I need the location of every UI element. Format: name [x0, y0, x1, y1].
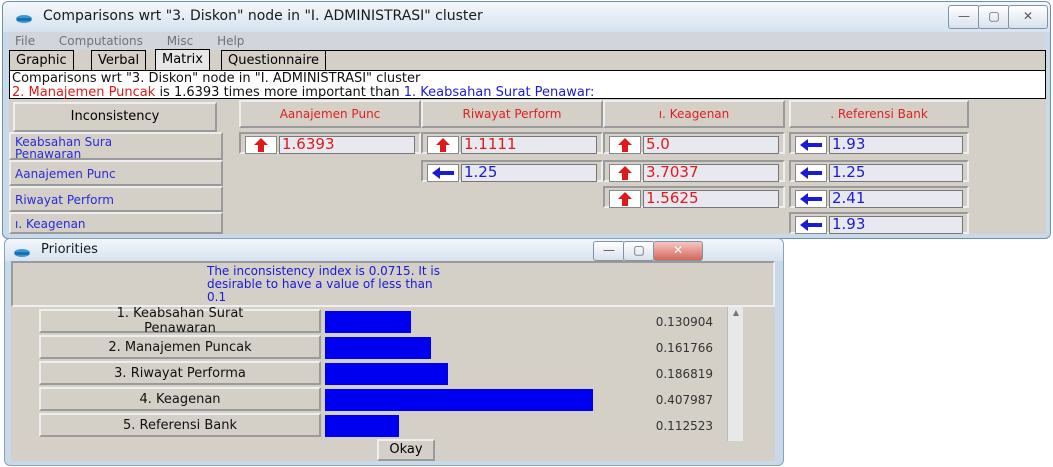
header-object: 1. Keabsahan Surat Penawar: [403, 85, 595, 100]
priority-bar [325, 311, 411, 333]
comparisons-titlebar[interactable]: Comparisons wrt "3. Diskon" node in "I. … [3, 2, 1050, 32]
priority-label: 2. Manajemen Puncak [39, 335, 321, 359]
matrix-value[interactable]: 1.93 [829, 136, 963, 154]
matrix-cell[interactable]: 1.25 [789, 160, 969, 182]
minimize-button[interactable]: — [593, 241, 625, 261]
inconsistency-message: The inconsistency index is 0.0715. It is… [207, 264, 440, 304]
matrix-value[interactable]: 1.6393 [279, 136, 415, 154]
priority-bar [325, 389, 593, 411]
priorities-scrollbar[interactable]: ▲ [727, 307, 743, 441]
matrix-value[interactable]: 3.7037 [643, 164, 779, 182]
matrix-cell[interactable]: 5.0 [603, 132, 785, 154]
inconsistency-message-box: The inconsistency index is 0.0715. It is… [11, 261, 775, 307]
matrix-cell[interactable]: 1.6393 [239, 132, 421, 154]
priority-value: 0.407987 [655, 393, 713, 407]
header-line-2: 2. Manajemen Puncak is 1.6393 times more… [12, 85, 594, 100]
priorities-client: The inconsistency index is 0.0715. It is… [11, 261, 775, 461]
comparisons-title: Comparisons wrt "3. Diskon" node in "I. … [43, 8, 483, 24]
column-header-manajemen: Aanajemen Punc [239, 100, 421, 128]
comparisons-window: Comparisons wrt "3. Diskon" node in "I. … [2, 1, 1051, 239]
priority-label: 5. Referensi Bank [39, 413, 321, 437]
matrix-cell[interactable]: 1.93 [789, 132, 969, 154]
priority-value: 0.161766 [655, 341, 713, 355]
menu-file[interactable]: File [15, 34, 35, 48]
matrix-cell[interactable]: 3.7037 [603, 160, 785, 182]
app-icon [15, 10, 33, 23]
arrow-up-icon[interactable] [609, 190, 641, 208]
matrix-cell[interactable]: 2.41 [789, 186, 969, 208]
header-line-1: Comparisons wrt "3. Diskon" node in "I. … [12, 71, 421, 86]
matrix-value[interactable]: 1.93 [829, 216, 963, 234]
tab-strip-fill [325, 50, 1046, 70]
app-icon [13, 244, 31, 257]
priority-value: 0.186819 [655, 367, 713, 381]
inconsistency-button[interactable]: Inconsistency [13, 102, 217, 132]
column-header-riwayat: Riwayat Perform [421, 100, 603, 128]
row-header-riwayat: Riwayat Perform [9, 186, 223, 212]
priorities-title: Priorities [41, 242, 98, 257]
menu-bar: File Computations Misc Help [9, 32, 1044, 50]
arrow-left-icon[interactable] [795, 164, 827, 182]
priorities-titlebar[interactable]: Priorities — ▢ ✕ [5, 239, 783, 261]
row-header-manajemen: Aanajemen Punc [9, 160, 223, 186]
close-button[interactable]: ✕ [1008, 5, 1048, 29]
header-middle: is 1.6393 times more important than [155, 85, 404, 100]
tab-questionnaire[interactable]: Questionnaire [221, 50, 327, 70]
matrix-cell[interactable]: 1.25 [421, 160, 603, 182]
menu-help[interactable]: Help [217, 34, 244, 48]
arrow-up-icon[interactable] [427, 136, 459, 154]
matrix-cell[interactable]: 1.93 [789, 212, 969, 234]
row-header-keagenan: ı. Keagenan [9, 212, 223, 234]
column-header-keagenan: ı. Keagenan [603, 100, 785, 128]
matrix-value[interactable]: 2.41 [829, 190, 963, 208]
menu-misc[interactable]: Misc [167, 34, 194, 48]
priorities-list: 1. Keabsahan Surat Penawaran 0.130904 2. M… [11, 306, 775, 439]
matrix-value[interactable]: 1.25 [829, 164, 963, 182]
arrow-up-icon[interactable] [245, 136, 277, 154]
minimize-button[interactable]: — [948, 5, 980, 29]
arrow-left-icon[interactable] [795, 190, 827, 208]
priority-bar [325, 337, 431, 359]
priority-label: 4. Keagenan [39, 387, 321, 411]
matrix-value[interactable]: 1.25 [461, 164, 597, 182]
tab-graphic[interactable]: Graphic [9, 50, 74, 70]
matrix-cell[interactable]: 1.1111 [421, 132, 603, 154]
column-header-referensi: . Referensi Bank [789, 100, 969, 128]
matrix-cell[interactable]: 1.5625 [603, 186, 785, 208]
priority-bar [325, 363, 448, 385]
maximize-button[interactable]: ▢ [623, 241, 655, 261]
comparisons-client: Graphic Verbal Matrix Questionnaire Comp… [9, 49, 1046, 234]
row-header-keabsahan: Keabsahan Sura Penawaran [9, 132, 223, 160]
priority-value: 0.130904 [655, 315, 713, 329]
priority-value: 0.112523 [655, 419, 713, 433]
close-button[interactable]: ✕ [653, 241, 703, 261]
arrow-up-icon[interactable] [609, 164, 641, 182]
menu-computations[interactable]: Computations [59, 34, 143, 48]
tab-matrix[interactable]: Matrix [155, 49, 210, 71]
arrow-up-icon[interactable] [609, 136, 641, 154]
matrix-value[interactable]: 1.5625 [643, 190, 779, 208]
priority-label: 1. Keabsahan Surat Penawaran [39, 306, 321, 336]
arrow-left-icon[interactable] [427, 164, 459, 182]
maximize-button[interactable]: ▢ [978, 5, 1010, 29]
header-subject: 2. Manajemen Puncak [12, 85, 156, 100]
tab-verbal[interactable]: Verbal [91, 50, 147, 70]
matrix-value[interactable]: 1.1111 [461, 136, 597, 154]
priority-label: 3. Riwayat Performa [39, 361, 321, 385]
arrow-left-icon[interactable] [795, 216, 827, 234]
matrix-header: Comparisons wrt "3. Diskon" node in "I. … [9, 70, 1046, 100]
arrow-left-icon[interactable] [795, 136, 827, 154]
okay-button[interactable]: Okay [377, 439, 435, 461]
scroll-up-icon[interactable]: ▲ [730, 309, 742, 317]
priorities-window: Priorities — ▢ ✕ The inconsistency index… [4, 238, 784, 466]
matrix-value[interactable]: 5.0 [643, 136, 779, 154]
priority-bar [325, 415, 399, 437]
